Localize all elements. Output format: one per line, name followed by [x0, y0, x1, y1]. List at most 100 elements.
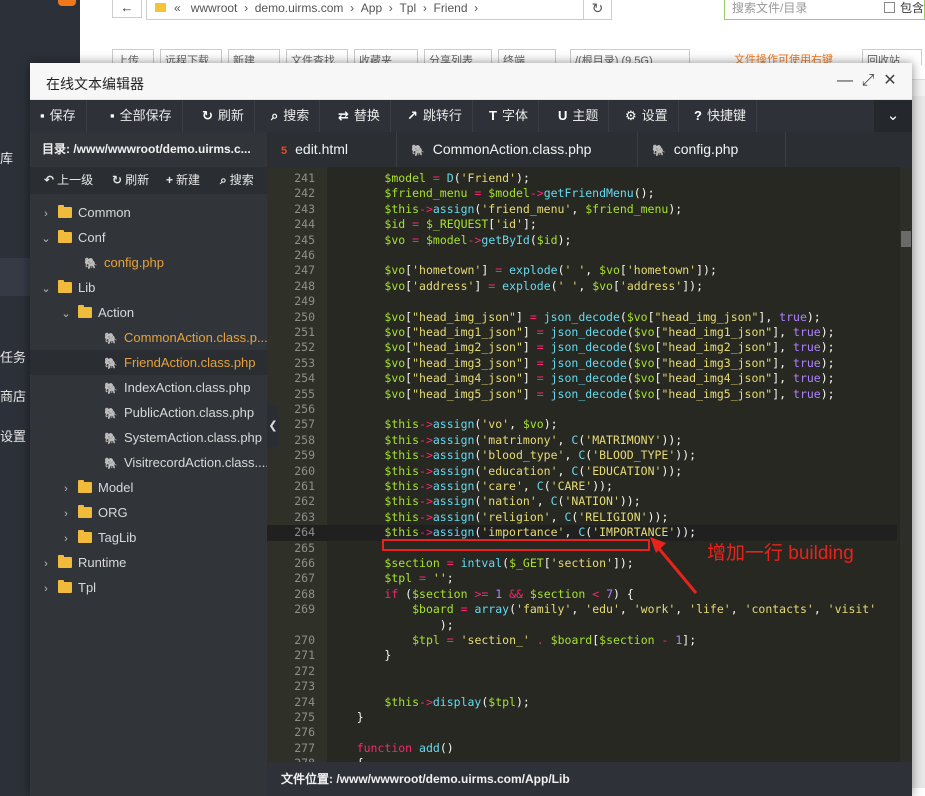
tree-new-button[interactable]: + 新建: [152, 167, 200, 194]
code-editor[interactable]: 241 $model = D('Friend'); 242 $friend_men…: [267, 167, 912, 762]
dialog-titlebar[interactable]: 在线文本编辑器 — ⤢ ✕: [30, 63, 912, 100]
tree-folder[interactable]: ⌄ Conf: [30, 225, 267, 250]
tree-folder[interactable]: › Tpl: [30, 575, 267, 600]
background-scrollbar[interactable]: [912, 96, 925, 796]
address-bar[interactable]: « wwwroot › demo.uirms.com › App › Tpl ›…: [146, 0, 612, 20]
scrollbar-thumb[interactable]: [901, 231, 911, 247]
code-line[interactable]: 270 $tpl = 'section_' . $board[$section …: [267, 633, 897, 648]
tree-file[interactable]: 🐘 VisitrecordAction.class....: [30, 450, 267, 475]
tree-file[interactable]: 🐘 SystemAction.class.php: [30, 425, 267, 450]
address-crumb[interactable]: App: [361, 1, 382, 15]
code-line[interactable]: 276: [267, 725, 897, 740]
code-line[interactable]: );: [267, 618, 897, 633]
code-line[interactable]: 275 }: [267, 710, 897, 725]
chevron-down-icon[interactable]: ⌄: [40, 227, 52, 250]
code-line[interactable]: 262 $this->assign('nation', C('NATION'))…: [267, 494, 897, 509]
tree-file[interactable]: 🐘 FriendAction.class.php: [30, 350, 267, 375]
tree-folder[interactable]: › Runtime: [30, 550, 267, 575]
code-line[interactable]: 257 $this->assign('vo', $vo);: [267, 417, 897, 432]
address-crumb[interactable]: wwwroot: [191, 1, 238, 15]
back-button[interactable]: ←: [112, 0, 142, 18]
theme-button[interactable]: U 主题: [548, 100, 610, 132]
tab-edit-html[interactable]: 5 edit.html: [267, 132, 397, 167]
code-line[interactable]: 247 $vo['hometown'] = explode(' ', $vo['…: [267, 263, 897, 278]
code-line[interactable]: 260 $this->assign('education', C('EDUCAT…: [267, 464, 897, 479]
save-all-button[interactable]: ▪ 全部保存: [100, 100, 183, 132]
search-button[interactable]: ⌕ 搜索: [261, 100, 321, 132]
chevron-right-icon[interactable]: ›: [40, 202, 52, 225]
save-button[interactable]: ▪ 保存: [30, 100, 87, 132]
tree-file[interactable]: 🐘 IndexAction.class.php: [30, 375, 267, 400]
tree-folder[interactable]: ⌄ Action: [30, 300, 267, 325]
tab-commonaction[interactable]: 🐘 CommonAction.class.php: [397, 132, 638, 167]
tree-folder[interactable]: › ORG: [30, 500, 267, 525]
maximize-icon[interactable]: ⤢: [859, 72, 877, 90]
tree-folder[interactable]: ⌄ Lib: [30, 275, 267, 300]
code-line[interactable]: 259 $this->assign('blood_type', C('BLOOD…: [267, 448, 897, 463]
chevron-down-icon[interactable]: ⌄: [874, 100, 912, 132]
code-line[interactable]: 246: [267, 248, 897, 263]
code-line[interactable]: 251 $vo["head_img1_json"] = json_decode(…: [267, 325, 897, 340]
code-line[interactable]: 241 $model = D('Friend');: [267, 171, 897, 186]
address-crumb[interactable]: Friend: [433, 1, 467, 15]
chevron-down-icon[interactable]: ⌄: [40, 277, 52, 300]
tab-config-php[interactable]: 🐘 config.php: [638, 132, 786, 167]
chevron-right-icon[interactable]: ›: [60, 527, 72, 550]
chevron-right-icon[interactable]: ›: [40, 552, 52, 575]
code-line[interactable]: 268 if ($section >= 1 && $section < 7) {: [267, 587, 897, 602]
tree-folder[interactable]: › TagLib: [30, 525, 267, 550]
background-nav-item[interactable]: 任务: [0, 347, 30, 366]
code-line[interactable]: 256: [267, 402, 897, 417]
code-line[interactable]: 249: [267, 294, 897, 309]
code-line[interactable]: 272: [267, 664, 897, 679]
chevron-right-icon[interactable]: ›: [60, 477, 72, 500]
code-line[interactable]: 245 $vo = $model->getById($id);: [267, 233, 897, 248]
shortcuts-button[interactable]: ? 快捷键: [684, 100, 757, 132]
close-icon[interactable]: ✕: [881, 72, 899, 90]
code-line[interactable]: 252 $vo["head_img2_json"] = json_decode(…: [267, 340, 897, 355]
file-search-input[interactable]: 搜索文件/目录 包含: [724, 0, 925, 20]
refresh-button[interactable]: ↻ 刷新: [192, 100, 255, 132]
code-line[interactable]: 271 }: [267, 648, 897, 663]
code-line[interactable]: 267 $tpl = '';: [267, 571, 897, 586]
include-checkbox[interactable]: [884, 2, 895, 13]
replace-button[interactable]: ⇄ 替换: [328, 100, 391, 132]
code-line[interactable]: 244 $id = $_REQUEST['id'];: [267, 217, 897, 232]
code-line[interactable]: 258 $this->assign('matrimony', C('MATRIM…: [267, 433, 897, 448]
background-nav-item[interactable]: 商店: [0, 386, 30, 405]
code-line[interactable]: 255 $vo["head_img5_json"] = json_decode(…: [267, 387, 897, 402]
code-line[interactable]: 269 $board = array('family', 'edu', 'wor…: [267, 602, 897, 617]
chevron-right-icon[interactable]: ›: [60, 502, 72, 525]
address-crumb[interactable]: demo.uirms.com: [255, 1, 344, 15]
code-line[interactable]: 254 $vo["head_img4_json"] = json_decode(…: [267, 371, 897, 386]
code-line[interactable]: 248 $vo['address'] = explode(' ', $vo['a…: [267, 279, 897, 294]
goto-line-button[interactable]: ↗ 跳转行: [397, 100, 473, 132]
editor-scrollbar[interactable]: [900, 167, 912, 762]
tree-search-button[interactable]: ⌕ 搜索: [206, 167, 254, 194]
tree-folder[interactable]: › Common: [30, 200, 267, 225]
chevron-down-icon[interactable]: ⌄: [60, 302, 72, 325]
code-line[interactable]: 263 $this->assign('religion', C('RELIGIO…: [267, 510, 897, 525]
font-button[interactable]: T 字体: [479, 100, 539, 132]
settings-button[interactable]: ⚙ 设置: [615, 100, 679, 132]
code-line[interactable]: 242 $friend_menu = $model->getFriendMenu…: [267, 186, 897, 201]
code-line[interactable]: 250 $vo["head_img_json"] = json_decode($…: [267, 310, 897, 325]
code-line[interactable]: 243 $this->assign('friend_menu', $friend…: [267, 202, 897, 217]
address-crumb[interactable]: Tpl: [399, 1, 416, 15]
chevron-right-icon[interactable]: ›: [40, 577, 52, 600]
tree-folder[interactable]: › Model: [30, 475, 267, 500]
tree-file[interactable]: 🐘 config.php: [30, 250, 267, 275]
parent-dir-button[interactable]: ↶ 上一级: [30, 167, 93, 194]
tree-file[interactable]: 🐘 CommonAction.class.p...: [30, 325, 267, 350]
background-nav-item[interactable]: 库: [0, 148, 30, 167]
collapse-sidebar-handle[interactable]: ❮: [267, 405, 279, 447]
tree-refresh-button[interactable]: ↻ 刷新: [98, 167, 149, 194]
code-line[interactable]: 261 $this->assign('care', C('CARE'));: [267, 479, 897, 494]
code-line[interactable]: 273: [267, 679, 897, 694]
code-line[interactable]: 274 $this->display($tpl);: [267, 695, 897, 710]
minimize-icon[interactable]: —: [836, 72, 854, 90]
tree-file[interactable]: 🐘 PublicAction.class.php: [30, 400, 267, 425]
refresh-icon[interactable]: ↻: [583, 0, 611, 19]
code-line[interactable]: 253 $vo["head_img3_json"] = json_decode(…: [267, 356, 897, 371]
background-nav-item[interactable]: 设置: [0, 426, 30, 445]
